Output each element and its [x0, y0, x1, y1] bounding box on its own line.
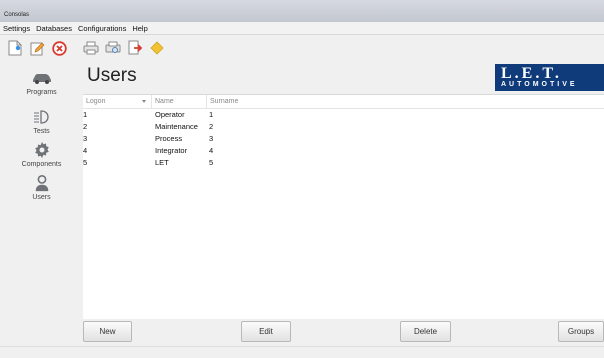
delete-button[interactable]: Delete [400, 321, 451, 342]
cell-name: Maintenance [155, 122, 198, 131]
menu-bar: Settings Databases Configurations Help [0, 22, 604, 35]
status-bar [0, 346, 604, 358]
window-title: Consolas [4, 12, 30, 18]
print-icon[interactable] [82, 39, 100, 57]
cell-logon: 3 [83, 134, 88, 143]
cell-name: Process [155, 134, 183, 143]
menu-databases[interactable]: Databases [36, 24, 72, 33]
sidebar-item-label: Components [21, 161, 62, 168]
new-button[interactable]: New [83, 321, 132, 342]
sidebar-item-label: Programs [26, 89, 57, 96]
cell-name: Integrator [155, 146, 188, 155]
table-row[interactable]: 4 Integrator 4 [83, 145, 604, 157]
sidebar-item-label: Users [32, 194, 51, 201]
cell-surname: 4 [209, 146, 214, 155]
sidebar-item-programs[interactable]: Programs [0, 69, 83, 107]
cell-logon: 4 [83, 146, 88, 155]
cell-surname: 1 [209, 110, 214, 119]
cell-name: Operator [155, 110, 185, 119]
main-panel: Users L.E.T. AUTOMOTIVE Logon Name Surna… [83, 61, 604, 346]
gear-icon [34, 142, 49, 158]
favorite-icon[interactable] [148, 39, 166, 57]
table-row[interactable]: 3 Process 3 [83, 133, 604, 145]
table-row[interactable]: 5 LET 5 [83, 157, 604, 169]
new-document-icon[interactable] [6, 39, 24, 57]
edit-button[interactable]: Edit [241, 321, 291, 342]
sidebar-item-label: Tests [33, 128, 50, 135]
edit-icon[interactable] [28, 39, 46, 57]
page-title: Users [87, 65, 137, 86]
cell-surname: 2 [209, 122, 214, 131]
users-table: Logon Name Surname 1 Operator 1 2 Mainte… [83, 94, 604, 319]
menu-configurations[interactable]: Configurations [78, 24, 126, 33]
table-header: Logon Name Surname [83, 95, 604, 109]
table-row[interactable]: 2 Maintenance 2 [83, 121, 604, 133]
title-bar: Consolas [0, 0, 604, 22]
cell-surname: 3 [209, 134, 214, 143]
table-row[interactable]: 1 Operator 1 [83, 109, 604, 121]
menu-help[interactable]: Help [132, 24, 147, 33]
cell-surname: 5 [209, 158, 214, 167]
sidebar-item-users[interactable]: Users [0, 174, 83, 212]
car-icon [32, 74, 51, 84]
column-header-surname[interactable]: Surname [210, 98, 238, 105]
column-header-name[interactable]: Name [155, 98, 174, 105]
export-icon[interactable] [126, 39, 144, 57]
logo-subtext: AUTOMOTIVE [501, 81, 578, 88]
toolbar [0, 35, 604, 61]
sort-down-icon[interactable] [142, 100, 146, 103]
cell-name: LET [155, 158, 169, 167]
print-preview-icon[interactable] [104, 39, 122, 57]
user-icon [35, 174, 48, 192]
menu-settings[interactable]: Settings [3, 24, 30, 33]
headlight-icon [33, 110, 49, 124]
column-header-logon[interactable]: Logon [86, 98, 105, 105]
cell-logon: 1 [83, 110, 88, 119]
delete-icon[interactable] [50, 39, 68, 57]
cell-logon: 5 [83, 158, 88, 167]
let-automotive-logo: L.E.T. AUTOMOTIVE [495, 64, 604, 91]
sidebar: Programs Tests Components Users [0, 61, 83, 346]
groups-button[interactable]: Groups [558, 321, 604, 342]
cell-logon: 2 [83, 122, 88, 131]
